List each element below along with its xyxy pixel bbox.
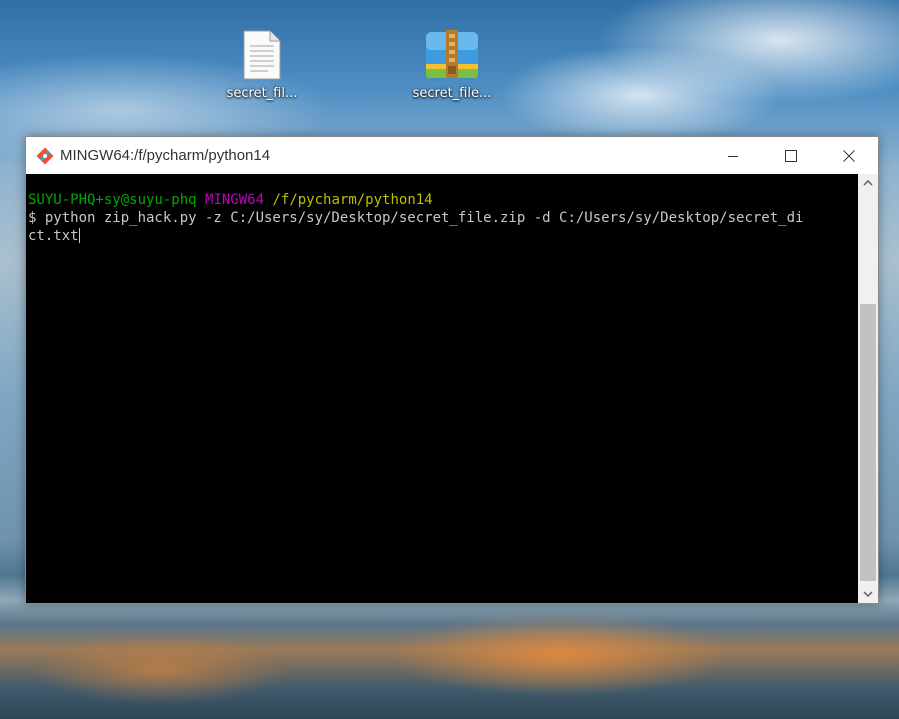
chevron-up-icon [863,180,873,186]
command-line-wrap: ct.txt [28,227,858,245]
maximize-icon [785,149,797,162]
command-line-continuation: ct.txt [28,228,79,244]
close-button[interactable] [820,137,878,174]
terminal-output[interactable]: SUYU-PHQ+sy@suyu-phq MINGW64 /f/pycharm/… [26,174,858,603]
prompt-user: SUYU-PHQ+sy@suyu-phq [28,192,197,208]
vertical-scrollbar[interactable] [858,174,878,603]
scroll-down-button[interactable] [858,585,878,603]
text-file-icon [212,24,312,80]
git-bash-icon [34,145,56,167]
text-cursor [78,228,80,243]
close-icon [843,149,855,162]
scroll-up-button[interactable] [858,174,878,192]
desktop-icon-text-file[interactable]: secret_fil... [212,24,312,101]
scrollbar-thumb[interactable] [860,304,876,581]
window-title: MINGW64:/f/pycharm/python14 [60,147,271,164]
desktop-icon-label: secret_file... [412,86,492,101]
mingw64-window[interactable]: MINGW64:/f/pycharm/python14 SUYU-PHQ+sy@… [25,136,879,604]
minimize-button[interactable] [704,137,762,174]
minimize-icon [728,155,738,157]
desktop-icon-label: secret_fil... [226,86,298,101]
zip-archive-icon [402,24,502,80]
prompt-line: SUYU-PHQ+sy@suyu-phq MINGW64 /f/pycharm/… [28,191,858,209]
desktop-icon-zip-archive[interactable]: secret_file... [402,24,502,101]
prompt-path: /f/pycharm/python14 [272,192,433,208]
command-line: $ python zip_hack.py -z C:/Users/sy/Desk… [28,210,804,226]
prompt-env: MINGW64 [205,192,265,208]
chevron-down-icon [863,591,873,597]
title-bar[interactable]: MINGW64:/f/pycharm/python14 [26,137,878,174]
maximize-button[interactable] [762,137,820,174]
